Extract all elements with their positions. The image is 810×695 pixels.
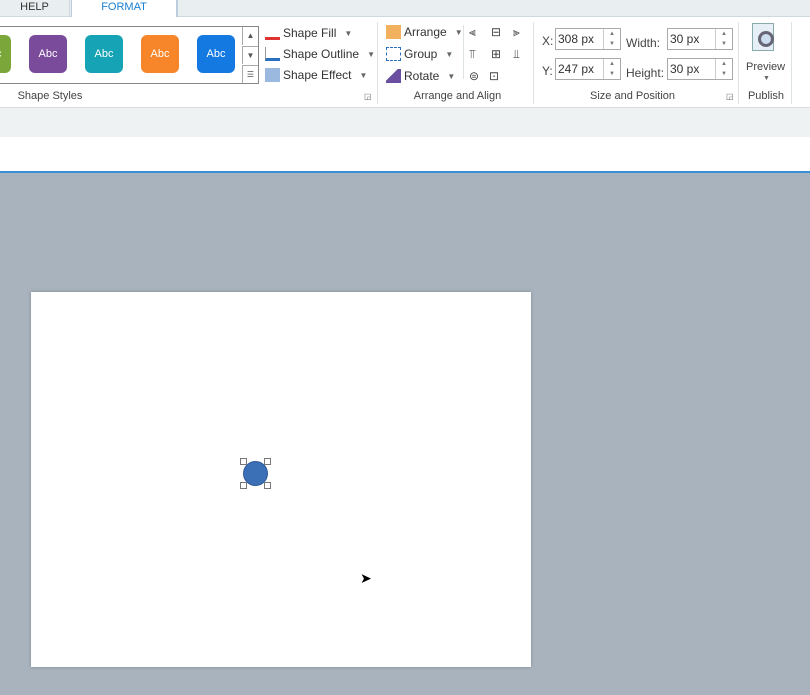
- align-bottom-icon[interactable]: ⫫: [513, 47, 520, 62]
- style-swatch[interactable]: Abc: [0, 35, 11, 73]
- preview-icon[interactable]: [750, 23, 782, 57]
- height-label: Height:: [626, 66, 665, 80]
- shape-fill-button[interactable]: Shape Fill ▼: [265, 26, 352, 40]
- arrange-label: Arrange: [404, 25, 447, 39]
- shape-effect-label: Shape Effect: [283, 68, 352, 82]
- style-swatch[interactable]: Abc: [141, 35, 179, 73]
- rotate-button[interactable]: Rotate ▼: [386, 69, 455, 83]
- toolbar-area: [0, 137, 810, 173]
- width-input[interactable]: 30 px ▲ ▼: [667, 28, 733, 50]
- dialog-launcher-icon[interactable]: ◲: [364, 92, 372, 101]
- tab-help[interactable]: HELP: [0, 0, 70, 17]
- shape-outline-label: Shape Outline: [283, 47, 360, 61]
- gallery-scroll-up[interactable]: ▲: [242, 27, 258, 45]
- pencil-icon: [265, 47, 280, 61]
- style-swatch[interactable]: Abc: [85, 35, 123, 73]
- x-value: 308 px: [558, 32, 595, 46]
- gallery-more[interactable]: ☰: [242, 65, 258, 83]
- y-spinner[interactable]: ▲ ▼: [603, 59, 620, 79]
- group-icon: [386, 47, 401, 61]
- align-middle-icon[interactable]: ⊞: [491, 47, 501, 61]
- resize-handle[interactable]: [240, 482, 247, 489]
- dialog-launcher-icon[interactable]: ◲: [726, 92, 734, 101]
- width-spinner[interactable]: ▲ ▼: [715, 29, 732, 49]
- arrange-button[interactable]: Arrange ▼: [386, 25, 463, 39]
- ribbon-tabs: HELP FORMAT: [0, 0, 810, 18]
- preview-button[interactable]: Preview: [746, 61, 785, 73]
- resize-handle[interactable]: [240, 458, 247, 465]
- arrange-icon: [386, 25, 401, 39]
- shape-effect-button[interactable]: Shape Effect ▼: [265, 68, 367, 82]
- y-position-input[interactable]: 247 px ▲ ▼: [555, 58, 621, 80]
- shape-effect-icon: [265, 68, 280, 82]
- group-button[interactable]: Group ▼: [386, 47, 453, 61]
- group-label-shape-styles: Shape Styles: [17, 90, 83, 102]
- x-position-input[interactable]: 308 px ▲ ▼: [555, 28, 621, 50]
- mouse-cursor-icon: ➤: [360, 570, 372, 586]
- preview-dropdown-icon[interactable]: ▼: [763, 75, 770, 82]
- shape-fill-label: Shape Fill: [283, 26, 337, 40]
- align-top-icon[interactable]: ⫪: [469, 47, 476, 62]
- group-label-publish: Publish: [747, 90, 785, 102]
- width-label: Width:: [626, 36, 661, 50]
- style-swatch[interactable]: Abc: [29, 35, 67, 73]
- gallery-scroll-down[interactable]: ▼: [242, 46, 258, 64]
- y-label: Y:: [542, 64, 553, 78]
- group-label-size-position: Size and Position: [590, 90, 675, 102]
- width-value: 30 px: [670, 32, 700, 46]
- group-label-arrange-align: Arrange and Align: [413, 90, 502, 102]
- ruler-strip: [0, 108, 810, 137]
- align-center-icon[interactable]: ⊟: [491, 25, 501, 39]
- distribute-vertical-icon[interactable]: ⊜: [469, 69, 479, 83]
- group-label: Group: [404, 47, 438, 61]
- resize-handle[interactable]: [264, 482, 271, 489]
- selected-circle-shape[interactable]: [240, 458, 271, 489]
- shape-outline-button[interactable]: Shape Outline ▼: [265, 47, 375, 61]
- x-label: X:: [542, 34, 554, 48]
- tab-format[interactable]: FORMAT: [71, 0, 178, 18]
- x-spinner[interactable]: ▲ ▼: [603, 29, 620, 49]
- height-spinner[interactable]: ▲ ▼: [715, 59, 732, 79]
- rotate-label: Rotate: [404, 69, 440, 83]
- rotate-icon: [386, 69, 401, 83]
- paint-bucket-icon: [265, 26, 280, 40]
- resize-handle[interactable]: [264, 458, 271, 465]
- ribbon: Abc Abc Abc Abc Abc ▲ ▼ ☰ Shape Fill▼ Sh…: [0, 17, 810, 108]
- height-input[interactable]: 30 px ▲ ▼: [667, 58, 733, 80]
- height-value: 30 px: [670, 62, 700, 76]
- distribute-horizontal-icon[interactable]: ⊡: [489, 69, 499, 83]
- shape-styles-gallery: Abc Abc Abc Abc Abc ▲ ▼ ☰: [0, 26, 259, 84]
- align-right-icon[interactable]: ⫸: [513, 25, 520, 40]
- slide-canvas[interactable]: ➤: [31, 292, 531, 667]
- align-left-icon[interactable]: ⫷: [469, 25, 476, 40]
- style-swatch[interactable]: Abc: [197, 35, 235, 73]
- y-value: 247 px: [558, 62, 595, 76]
